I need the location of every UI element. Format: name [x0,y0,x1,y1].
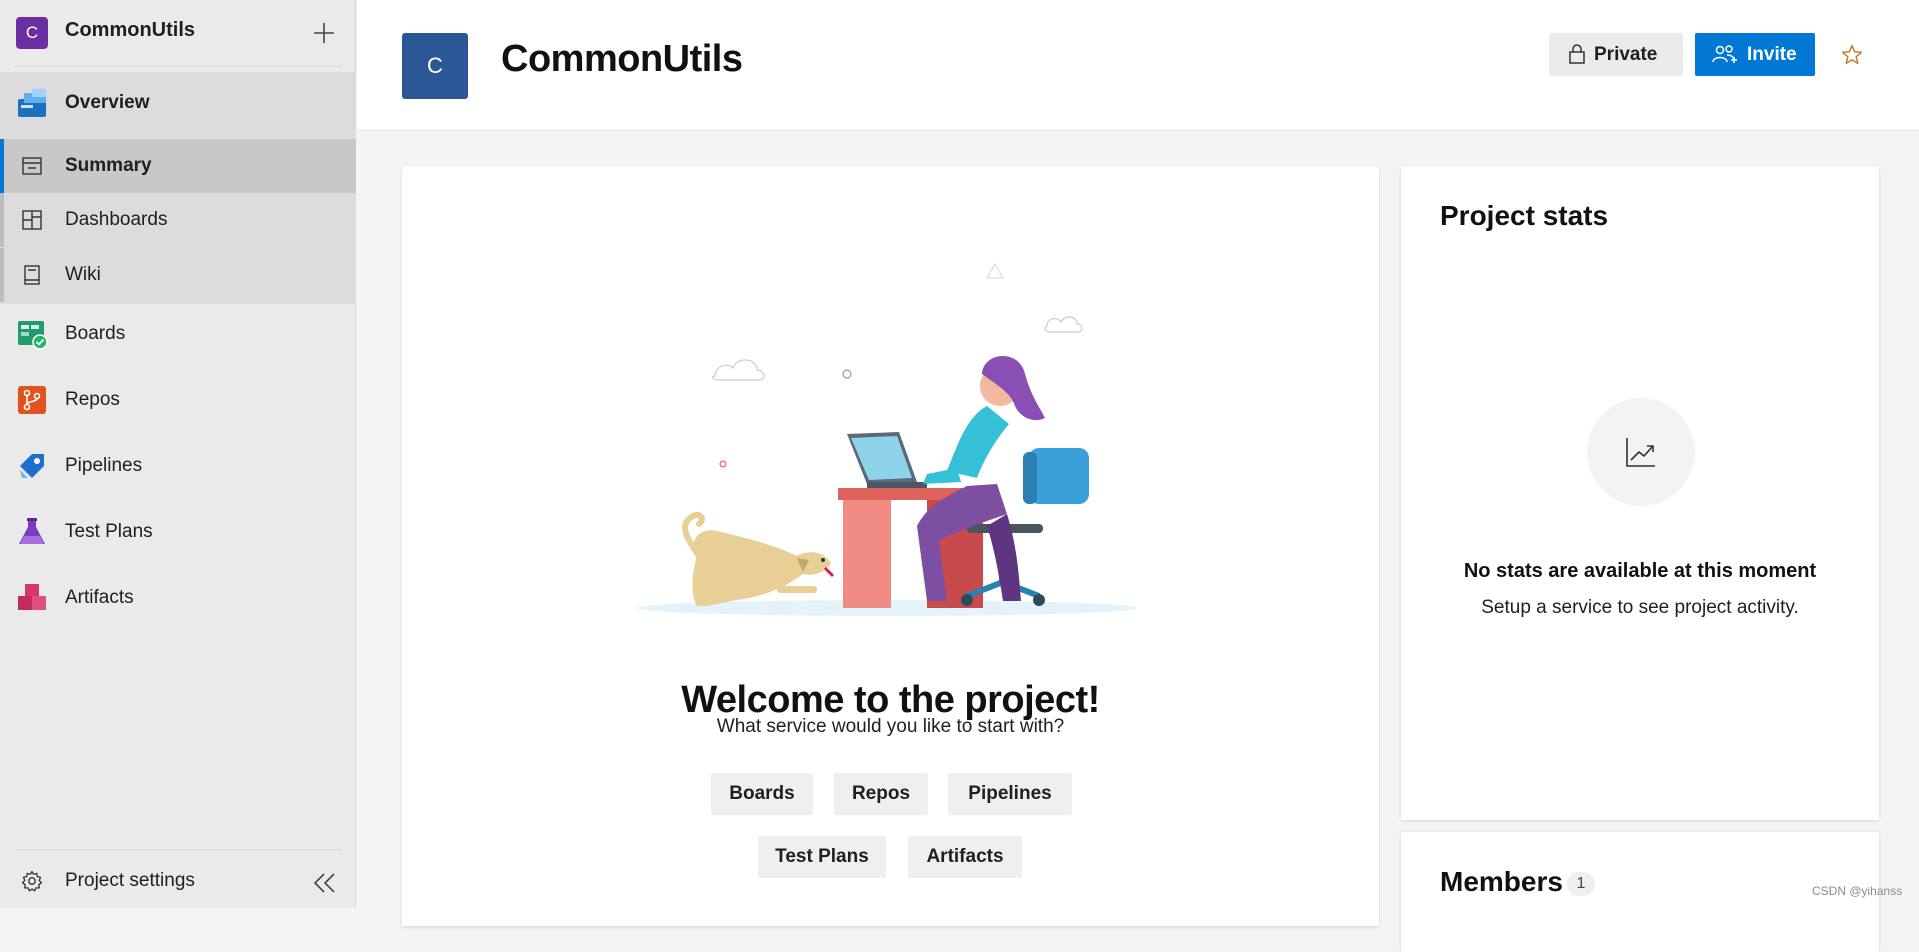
stats-empty-title: No stats are available at this moment [1463,560,1817,582]
start-boards-button[interactable]: Boards [711,773,813,815]
project-stats-card: Project stats No stats are available at … [1401,166,1879,820]
page-title: CommonUtils [501,38,743,80]
sidebar-divider [14,849,342,850]
sidebar-item-label: Artifacts [65,587,134,608]
collapse-sidebar-button[interactable] [308,866,342,900]
project-avatar-large: C [402,33,468,99]
private-label: Private [1594,43,1658,65]
pipelines-icon [16,450,48,482]
watermark: CSDN @yihanss [1812,884,1903,898]
sidebar-item-label: Boards [65,323,126,344]
sidebar-item-dashboards[interactable]: Dashboards [0,193,356,247]
invite-label: Invite [1747,43,1797,65]
plus-icon [314,23,334,43]
new-item-button[interactable] [308,17,340,49]
members-count-badge: 1 [1567,872,1595,896]
members-card: Members 1 [1401,832,1879,952]
project-avatar: C [16,17,48,49]
start-pipelines-button[interactable]: Pipelines [948,773,1072,815]
wiki-icon [16,259,48,291]
sidebar-item-label: Test Plans [65,521,153,542]
sidebar-item-test-plans[interactable]: Test Plans [0,506,356,558]
project-settings-link[interactable]: Project settings [0,860,300,902]
sidebar-item-artifacts[interactable]: Artifacts [0,572,356,624]
project-stats-title: Project stats [1440,200,1609,231]
sidebar-item-wiki[interactable]: Wiki [0,248,356,302]
boards-icon [16,318,48,350]
private-button[interactable]: Private [1549,33,1683,76]
repos-icon [16,384,48,416]
start-artifacts-button[interactable]: Artifacts [908,836,1022,878]
sidebar: C CommonUtils Overview Summary Dashboard… [0,0,356,908]
people-add-icon [1711,43,1737,71]
star-icon [1841,44,1863,65]
overview-icon [16,87,48,119]
project-header[interactable]: C CommonUtils [0,0,356,66]
start-repos-button[interactable]: Repos [834,773,928,815]
sidebar-item-label: Summary [65,155,152,176]
sidebar-item-label: Overview [65,92,150,113]
sidebar-item-pipelines[interactable]: Pipelines [0,440,356,492]
sidebar-item-boards[interactable]: Boards [0,308,356,360]
stats-placeholder [1587,398,1695,506]
test-plans-icon [16,516,48,548]
sidebar-item-label: Wiki [65,264,101,285]
project-name[interactable]: CommonUtils [65,19,195,42]
welcome-subtitle: What service would you like to start wit… [716,716,1065,737]
favorite-button[interactable] [1835,38,1869,72]
start-test-plans-button[interactable]: Test Plans [758,836,886,878]
project-header-bar: C CommonUtils Private Invite [357,0,1919,131]
sidebar-item-label: Dashboards [65,209,168,230]
summary-icon [16,150,48,182]
project-settings-label: Project settings [65,870,195,891]
sidebar-item-label: Repos [65,389,120,410]
double-chevron-left-icon [313,873,335,893]
gear-icon [18,867,46,895]
welcome-illustration [637,262,1137,616]
sidebar-divider [14,66,342,67]
invite-button[interactable]: Invite [1695,33,1815,76]
members-title: Members [1440,866,1563,897]
sidebar-item-label: Pipelines [65,455,143,476]
sidebar-item-repos[interactable]: Repos [0,374,356,426]
stats-empty-subtitle: Setup a service to see project activity. [1481,597,1799,618]
artifacts-icon [16,582,48,614]
sidebar-item-overview[interactable]: Overview [0,72,356,134]
lock-icon [1567,43,1587,71]
trending-chart-icon [1626,438,1655,467]
welcome-card: Welcome to the project! What service wou… [402,166,1379,926]
sidebar-item-summary[interactable]: Summary [0,139,356,193]
dashboards-icon [16,204,48,236]
